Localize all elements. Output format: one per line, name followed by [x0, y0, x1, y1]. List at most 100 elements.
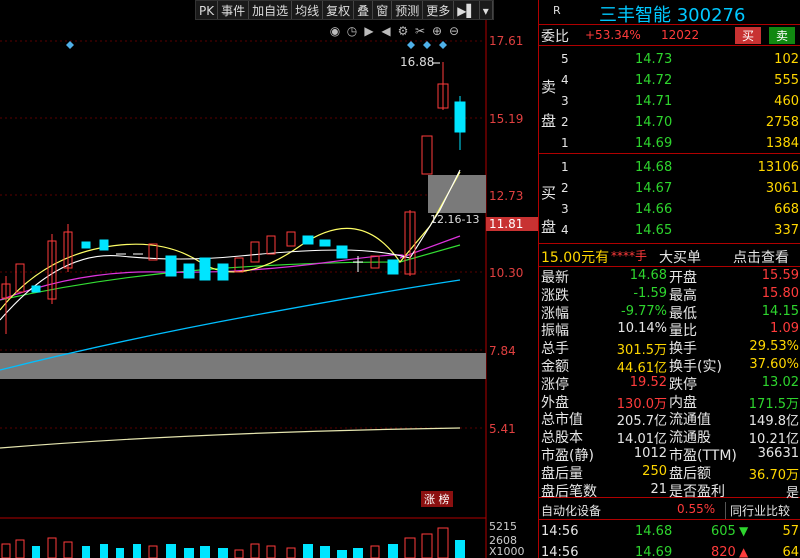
- weibi-label: 委比: [541, 29, 569, 45]
- weicha-value: 12022: [661, 28, 700, 42]
- book-level: 3: [561, 202, 569, 216]
- toolbar-dropdown[interactable]: ▾: [480, 1, 493, 19]
- vol-axis-unit: X1000: [489, 545, 525, 558]
- tick-price: 14.69: [635, 545, 673, 558]
- stat-value: 29.53%: [749, 339, 799, 355]
- big-order-row: 15.00元有 ****手 大买单 点击查看: [539, 246, 800, 266]
- order-book-row[interactable]: 2 14.70 2758: [539, 113, 800, 133]
- stat-row: 外盘 130.0万 内盘 171.5万: [539, 392, 800, 412]
- toolbar-pk[interactable]: PK: [196, 1, 219, 19]
- order-book-row[interactable]: 4 14.65 337: [539, 221, 800, 241]
- stat-row: 涨停 19.52 跌停 13.02: [539, 374, 800, 393]
- gap-band-2: [428, 175, 486, 213]
- order-book-row[interactable]: 3 14.66 668: [539, 200, 800, 220]
- sell-button[interactable]: 卖: [769, 27, 795, 44]
- axis-label: 12.73: [489, 189, 524, 203]
- sell-book: 5 14.73 102 4 14.72 555 3 14.71 460 2 14.70…: [539, 48, 800, 154]
- vol-axis-label: 5215: [489, 520, 517, 533]
- book-price: 14.73: [635, 52, 673, 67]
- back-icon[interactable]: ◀: [379, 24, 393, 38]
- order-book-row[interactable]: 2 14.67 3061: [539, 179, 800, 199]
- gear-icon[interactable]: ⚙: [396, 24, 410, 38]
- stat-value: 21: [650, 481, 667, 497]
- order-book-row[interactable]: 3 14.71 460: [539, 92, 800, 112]
- book-level: 2: [561, 115, 569, 129]
- toolbar-add-watchlist[interactable]: 加自选: [249, 1, 293, 19]
- book-level: 2: [561, 181, 569, 195]
- order-book-row[interactable]: 5 14.73 102: [539, 50, 800, 70]
- tick-row: 14:56 14.68 605 ▼ 57: [539, 522, 800, 542]
- kline-chart[interactable]: [0, 0, 488, 558]
- stat-row: 盘后笔数 21 是否盈利 是: [539, 481, 800, 501]
- stats-table: 最新 14.68 开盘 15.59 涨跌 -1.59 最高 15.80 涨幅 -9.…: [539, 266, 800, 501]
- stat-row: 总市值 205.7亿 流通值 149.8亿: [539, 409, 800, 429]
- stat-row: 金额 44.61亿 换手(实) 37.60%: [539, 356, 800, 376]
- big-order-price: 15.00元有: [541, 250, 610, 266]
- stat-value: -9.77%: [621, 303, 667, 319]
- toolbar-forecast[interactable]: 预测: [392, 1, 424, 19]
- toolbar-expand[interactable]: ▶▌: [454, 1, 480, 19]
- tick-volume: 605: [711, 524, 736, 539]
- plus-icon[interactable]: ⊕: [430, 24, 444, 38]
- tick-time: 14:56: [541, 545, 579, 558]
- toolbar-window[interactable]: 窗: [373, 1, 393, 19]
- book-price: 14.65: [635, 223, 673, 238]
- big-order-link[interactable]: 点击查看: [733, 247, 789, 267]
- order-book-row[interactable]: 4 14.72 555: [539, 71, 800, 91]
- stat-row: 振幅 10.14% 量比 1.09: [539, 320, 800, 339]
- order-book-row[interactable]: 1 14.69 1384: [539, 134, 800, 154]
- book-price: 14.66: [635, 202, 673, 217]
- high-label: 16.88: [400, 55, 435, 69]
- buy-button[interactable]: 买: [735, 27, 761, 44]
- order-book-row[interactable]: 1 14.68 13106: [539, 158, 800, 178]
- axis-label: 7.84: [489, 344, 516, 358]
- tick-list: 14:56 14.68 605 ▼ 57 14:56 14.69 820 ▲ 64: [539, 522, 800, 558]
- book-level: 4: [561, 73, 569, 87]
- weibi-row: 委比 +53.34% 12022 买 卖: [539, 24, 800, 46]
- axis-label: 5.41: [489, 422, 516, 436]
- industry-label[interactable]: 自动化设备: [541, 502, 601, 519]
- book-volume: 668: [774, 202, 799, 217]
- stat-value: 10.14%: [617, 321, 667, 337]
- r-marker: R: [553, 4, 561, 17]
- eye-icon[interactable]: ◉: [328, 24, 342, 38]
- play-icon[interactable]: ▶: [362, 24, 376, 38]
- book-volume: 555: [774, 73, 799, 88]
- stat-value: 250: [642, 463, 667, 479]
- scissors-icon[interactable]: ✂: [413, 24, 427, 38]
- stat-value: 13.02: [761, 374, 799, 390]
- stat-row: 最新 14.68 开盘 15.59: [539, 267, 800, 286]
- stat-value: -1.59: [633, 285, 667, 301]
- book-volume: 13106: [757, 160, 799, 175]
- tick-volume: 820: [711, 545, 736, 558]
- tick-count: 57: [782, 524, 799, 539]
- book-volume: 3061: [765, 181, 799, 196]
- buy-book: 1 14.68 13106 2 14.67 3061 3 14.66 668 4 14…: [539, 156, 800, 244]
- chart-toolbar: PK 事件 加自选 均线 复权 叠 窗 预测 更多 ▶▌ ▾: [195, 0, 494, 20]
- minus-icon[interactable]: ⊖: [447, 24, 461, 38]
- clock-icon[interactable]: ◷: [345, 24, 359, 38]
- tick-price: 14.68: [635, 524, 673, 539]
- weibi-value: +53.34%: [585, 28, 641, 42]
- industry-compare-button[interactable]: 同行业比较: [725, 502, 790, 519]
- stat-label: 是否盈利: [669, 483, 725, 500]
- big-order-type: 大买单: [659, 250, 701, 266]
- book-price: 14.67: [635, 181, 673, 196]
- stat-label: 盘后笔数: [541, 483, 597, 500]
- book-level: 1: [561, 160, 569, 174]
- tick-row: 14:56 14.69 820 ▲ 64: [539, 543, 800, 558]
- chart-icon-bar: ◉ ◷ ▶ ◀ ⚙ ✂ ⊕ ⊖: [328, 24, 461, 38]
- stat-value: 1.09: [770, 321, 799, 337]
- toolbar-overlay[interactable]: 叠: [354, 1, 374, 19]
- toolbar-events[interactable]: 事件: [218, 1, 250, 19]
- zhangbang-tag[interactable]: 涨 榜: [421, 491, 453, 507]
- book-volume: 1384: [765, 136, 799, 151]
- stat-row: 盘后量 250 盘后额 36.70万: [539, 463, 800, 483]
- toolbar-more[interactable]: 更多: [423, 1, 455, 19]
- toolbar-adjust[interactable]: 复权: [323, 1, 355, 19]
- book-price: 14.72: [635, 73, 673, 88]
- gap-band: [0, 353, 486, 379]
- toolbar-ma[interactable]: 均线: [292, 1, 324, 19]
- book-price: 14.70: [635, 115, 673, 130]
- stat-row: 市盈(静) 1012 市盈(TTM) 36631: [539, 445, 800, 464]
